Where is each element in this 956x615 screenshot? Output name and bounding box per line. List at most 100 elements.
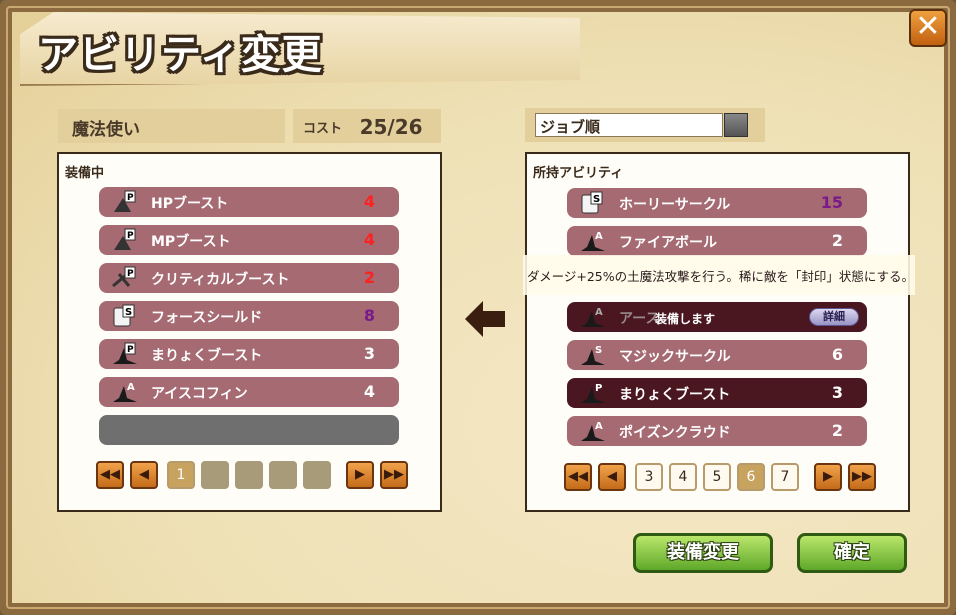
svg-text:P: P [127,269,134,279]
owned-slot[interactable]: A ファイアボール 2 [567,226,867,256]
slot-name: MPブースト [151,234,231,250]
detail-button[interactable]: 詳細 [809,308,859,326]
passive-ability-icon: P [111,190,137,214]
next-page-button[interactable]: ▶ [346,461,374,489]
svg-text:A: A [595,307,603,318]
equipped-slot[interactable]: P MPブースト 4 [99,225,399,255]
double-right-icon: ▶▶ [384,467,404,482]
next-page-button[interactable]: ▶ [814,463,842,491]
svg-text:A: A [595,421,603,432]
owned-panel-title: 所持アビリティ [533,166,624,181]
owned-slot[interactable]: S マジックサークル 6 [567,340,867,370]
slot-name: まりょくブースト [151,348,263,364]
empty-slot[interactable] [99,415,399,445]
slot-name: アイスコフィン [151,386,248,402]
double-left-icon: ◀◀ [100,467,120,482]
page-number[interactable]: 4 [669,463,697,491]
equipped-slot[interactable]: S フォースシールド 8 [99,301,399,331]
page-number[interactable]: 3 [635,463,663,491]
slot-cost: 6 [831,345,843,364]
slot-cost: 4 [363,230,375,249]
arrow-left-icon [463,299,507,343]
slot-name: ホーリーサークル [619,197,731,213]
wizard-hat-icon: P [579,381,605,405]
right-icon: ▶ [823,469,833,484]
equipped-slot[interactable]: A アイスコフィン 4 [99,377,399,407]
slot-name: まりょくブースト [619,387,731,403]
equipped-panel-title: 装備中 [65,166,105,181]
close-icon: ✕ [915,9,941,44]
svg-text:S: S [125,307,132,318]
confirm-button[interactable]: 確定 [797,533,907,573]
sort-dropdown-button[interactable] [724,113,748,137]
wizard-hat-icon: P [111,342,137,366]
wizard-hat-icon: A [579,305,605,329]
equipped-slot[interactable]: P クリティカルブースト 2 [99,263,399,293]
slot-name: アース [619,311,660,327]
equip-status-label: 装備します [655,312,716,326]
owned-slot[interactable]: A ポイズンクラウド 2 [567,416,867,446]
cost-label: コスト [303,121,343,137]
slot-name: HPブースト [151,196,229,212]
svg-text:P: P [127,193,134,203]
last-page-button[interactable]: ▶▶ [848,463,876,491]
owned-slot-equipped[interactable]: P まりょくブースト 3 [567,378,867,408]
scroll-skill-icon: S [579,191,605,215]
cost-bar: コスト 25/26 [293,109,441,143]
passive-ability-icon: P [111,266,137,290]
slot-name: クリティカルブースト [151,272,290,288]
slot-name: フォースシールド [151,310,263,326]
page-number[interactable]: 1 [167,461,195,489]
slot-cost: 2 [831,421,843,440]
owned-slot-selected[interactable]: A アース 装備します 詳細 [567,302,867,332]
wizard-hat-icon: A [579,229,605,253]
job-name-bar: 魔法使い [58,109,285,143]
last-page-button[interactable]: ▶▶ [380,461,408,489]
cost-value: 25/26 [359,115,423,139]
wizard-hat-icon: S [579,343,605,367]
close-button[interactable]: ✕ [909,9,947,47]
slot-cost: 8 [363,306,375,325]
svg-text:P: P [127,231,134,241]
passive-ability-icon: P [111,228,137,252]
first-page-button[interactable]: ◀◀ [564,463,592,491]
owned-slot[interactable]: S ホーリーサークル 15 [567,188,867,218]
slot-cost: 4 [363,192,375,211]
slot-cost: 15 [820,193,843,212]
slot-name: ポイズンクラウド [619,425,731,441]
svg-text:P: P [595,383,602,394]
page-placeholder [303,461,331,489]
wizard-hat-icon: A [111,380,137,404]
owned-panel: 所持アビリティ S ホーリーサークル 15 A ファイアボール 2 A アース … [525,152,910,512]
slot-name: ファイアボール [619,235,717,251]
svg-text:S: S [593,194,600,205]
page-number[interactable]: 5 [703,463,731,491]
first-page-button[interactable]: ◀◀ [96,461,124,489]
page-number-current[interactable]: 6 [737,463,765,491]
svg-text:A: A [127,382,135,393]
slot-cost: 4 [363,382,375,401]
sort-dropdown[interactable]: ジョブ順 [535,113,723,137]
slot-cost: 3 [831,383,843,402]
equipped-panel: 装備中 P HPブースト 4 P MPブースト 4 P クリティカルブースト 2… [57,152,442,512]
page-placeholder [235,461,263,489]
left-icon: ◀ [607,469,617,484]
ability-description-tooltip: ダメージ+25%の土魔法攻撃を行う。稀に敵を「封印」状態にする。 [523,255,915,295]
job-name: 魔法使い [72,120,140,140]
scroll-skill-icon: S [111,304,137,328]
prev-page-button[interactable]: ◀ [130,461,158,489]
equipped-slot[interactable]: P HPブースト 4 [99,187,399,217]
double-right-icon: ▶▶ [852,469,872,484]
wizard-hat-icon: A [579,419,605,443]
slot-name: マジックサークル [619,349,731,365]
sort-dropdown-area: ジョブ順 [525,108,765,142]
prev-page-button[interactable]: ◀ [598,463,626,491]
svg-text:S: S [595,345,602,356]
page-number[interactable]: 7 [771,463,799,491]
page-title: アビリティ変更 [38,32,323,78]
slot-cost: 2 [363,268,375,287]
svg-text:A: A [595,231,603,242]
left-icon: ◀ [139,467,149,482]
change-equipment-button[interactable]: 装備変更 [633,533,773,573]
equipped-slot[interactable]: P まりょくブースト 3 [99,339,399,369]
